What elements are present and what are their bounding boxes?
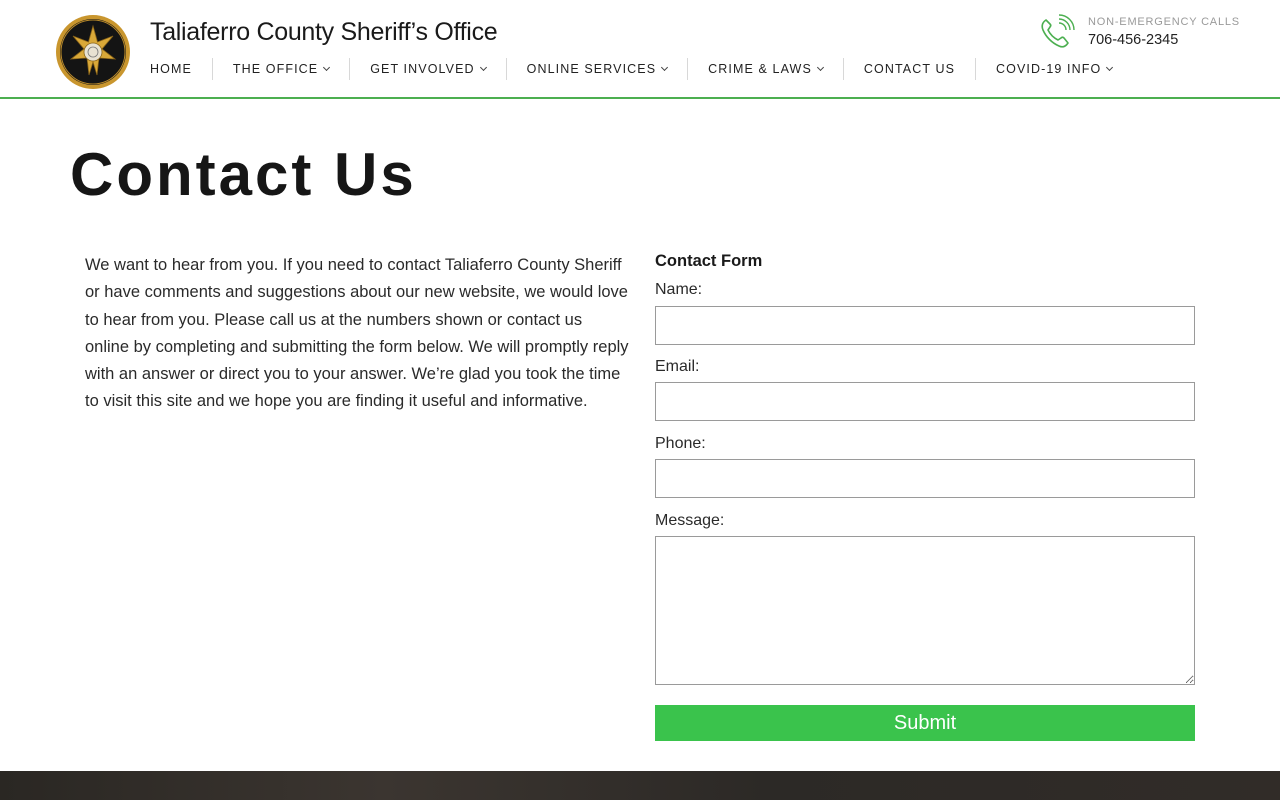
sheriff-star-seal-icon[interactable]: [55, 14, 131, 90]
name-field[interactable]: [655, 306, 1195, 345]
site-header: Taliaferro County Sheriff’s Office HOME …: [0, 0, 1280, 99]
submit-button[interactable]: Submit: [655, 705, 1195, 741]
nav-divider: [975, 58, 977, 80]
phone-field-label: Phone:: [655, 435, 706, 452]
nav-divider: [505, 58, 507, 80]
message-label: Message:: [655, 512, 725, 529]
footer-band: [0, 771, 1280, 800]
message-field[interactable]: [655, 536, 1195, 685]
main-nav: HOME THE OFFICE GET INVOLVED ONLINE SERV…: [150, 58, 1114, 80]
nav-covid-19-info[interactable]: COVID-19 INFO: [996, 58, 1114, 80]
nav-get-involved[interactable]: GET INVOLVED: [370, 58, 487, 80]
nav-divider: [842, 58, 844, 80]
nav-the-office[interactable]: THE OFFICE: [232, 58, 331, 80]
nav-label: ONLINE SERVICES: [526, 62, 657, 76]
phone-label: NON-EMERGENCY CALLS: [1088, 16, 1240, 28]
email-label: Email:: [655, 358, 700, 375]
page-title: Contact Us: [70, 141, 417, 208]
chevron-down-icon: [479, 63, 487, 71]
nav-divider: [687, 58, 689, 80]
nav-online-services[interactable]: ONLINE SERVICES: [526, 58, 669, 80]
intro-text: We want to hear from you. If you need to…: [85, 256, 629, 411]
email-field[interactable]: [655, 382, 1195, 421]
nav-label: HOME: [150, 62, 192, 76]
phone-icon: [1041, 14, 1075, 48]
form-title: Contact Form: [655, 252, 763, 270]
nav-divider: [211, 58, 213, 80]
chevron-down-icon: [323, 63, 331, 71]
phone-number[interactable]: 706-456-2345: [1088, 32, 1178, 48]
nav-label: COVID-19 INFO: [996, 62, 1102, 76]
chevron-down-icon: [661, 63, 669, 71]
nav-divider: [349, 58, 351, 80]
chevron-down-icon: [816, 63, 824, 71]
phone-field[interactable]: [655, 459, 1195, 498]
name-label: Name:: [655, 281, 703, 298]
nav-label: CONTACT US: [863, 62, 956, 76]
nav-home[interactable]: HOME: [150, 58, 192, 80]
chevron-down-icon: [1106, 63, 1114, 71]
nav-crime-laws[interactable]: CRIME & LAWS: [708, 58, 824, 80]
nav-label: THE OFFICE: [232, 62, 319, 76]
nav-contact-us[interactable]: CONTACT US: [864, 58, 955, 80]
nav-label: GET INVOLVED: [370, 62, 475, 76]
site-title[interactable]: Taliaferro County Sheriff’s Office: [150, 18, 498, 47]
nav-label: CRIME & LAWS: [708, 62, 812, 76]
